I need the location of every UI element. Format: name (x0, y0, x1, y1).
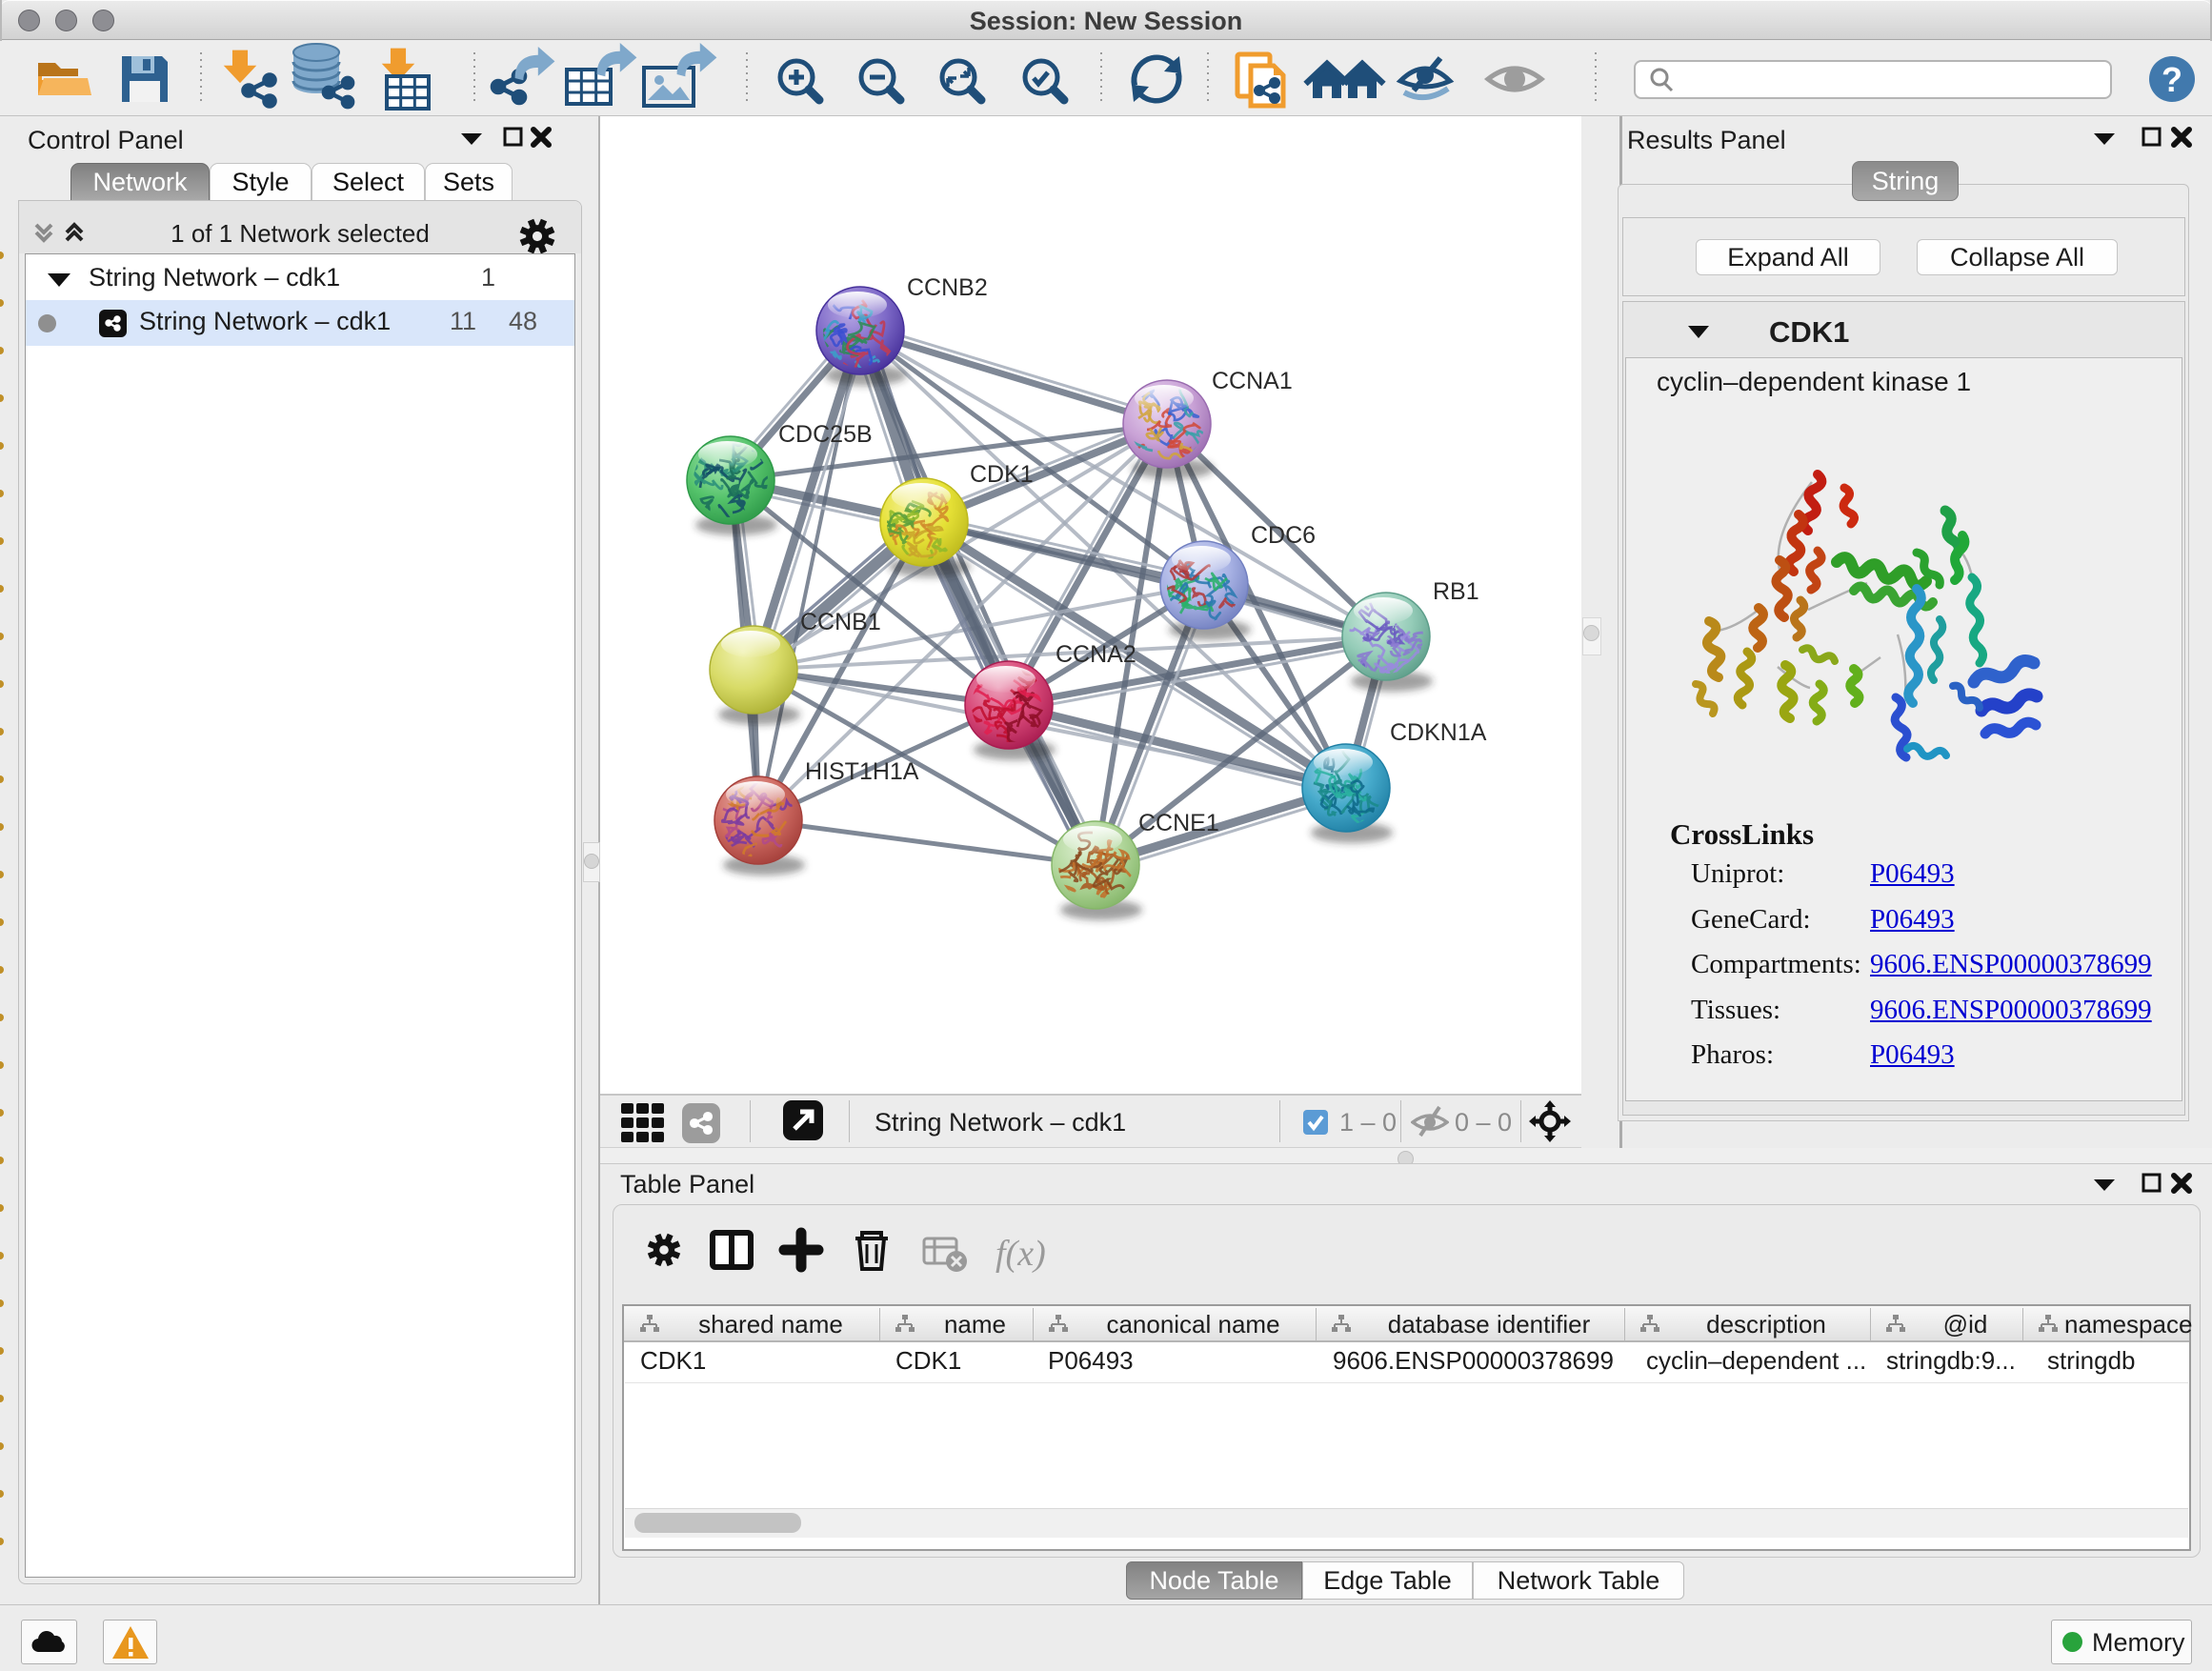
svg-text:HIST1H1A: HIST1H1A (805, 758, 919, 785)
svg-text:CCNB1: CCNB1 (800, 609, 881, 635)
svg-text:CDC6: CDC6 (1251, 522, 1316, 549)
svg-text:RB1: RB1 (1433, 578, 1479, 605)
svg-text:CCNE1: CCNE1 (1138, 810, 1219, 836)
svg-text:CCNA1: CCNA1 (1212, 368, 1293, 394)
svg-text:f(x): f(x) (995, 1234, 1046, 1274)
svg-text:CDK1: CDK1 (970, 461, 1034, 488)
svg-text:CCNB2: CCNB2 (907, 274, 988, 301)
svg-text:CDC25B: CDC25B (778, 421, 873, 448)
svg-text:CDKN1A: CDKN1A (1390, 719, 1487, 746)
svg-text:?: ? (2162, 60, 2182, 99)
svg-text:CCNA2: CCNA2 (1056, 641, 1136, 668)
